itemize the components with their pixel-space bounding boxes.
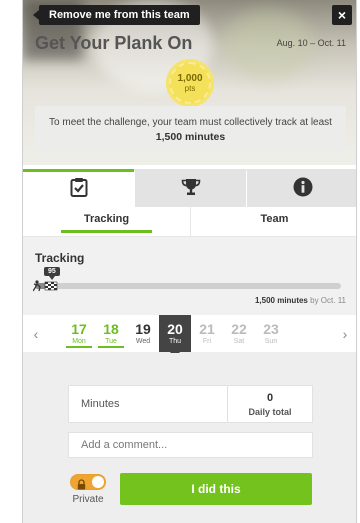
lock-icon — [77, 477, 86, 495]
tab-info[interactable] — [246, 169, 356, 207]
challenge-goal: To meet the challenge, your team must co… — [35, 106, 346, 153]
day-date: 17 — [71, 321, 87, 337]
day-weekday: Mon — [72, 338, 86, 345]
day-date: 19 — [135, 321, 151, 337]
trophy-icon — [181, 178, 201, 201]
challenge-dates: Aug. 10 – Oct. 11 — [276, 38, 346, 48]
points-value: 1,000 — [177, 73, 203, 84]
runner-finish-icon — [32, 279, 59, 292]
goal-target: 1,500 minutes — [155, 131, 226, 143]
minutes-row: Minutes 0 Daily total — [68, 385, 313, 423]
chevron-left-icon[interactable]: ‹ — [23, 315, 49, 352]
leave-team-tooltip: Remove me from this team — [33, 5, 200, 25]
challenge-title: Get Your Plank On — [35, 33, 193, 53]
minutes-input[interactable]: Minutes — [69, 386, 227, 422]
day-wed[interactable]: 19 Wed — [127, 315, 159, 352]
private-label: Private — [72, 494, 104, 505]
points-badge: 1,000 pts — [169, 62, 211, 104]
points-unit: pts — [184, 84, 196, 93]
main-tabs — [23, 169, 356, 207]
team-total-bubble: 95 — [44, 267, 60, 280]
day-fri[interactable]: 21 Fri — [191, 315, 223, 352]
day-date: 23 — [263, 321, 279, 337]
leave-team-bar: Remove me from this team — [23, 5, 200, 25]
daily-total: 0 Daily total — [227, 386, 312, 422]
day-weekday: Thu — [168, 338, 182, 345]
day-mon[interactable]: 17 Mon — [63, 315, 95, 352]
private-toggle[interactable] — [70, 474, 106, 490]
daily-total-value: 0 — [266, 392, 274, 404]
day-date: 18 — [103, 321, 119, 337]
tab-leaderboard[interactable] — [134, 169, 246, 207]
challenge-hero: Remove me from this team × Get Your Plan… — [23, 0, 356, 165]
i-did-this-button[interactable]: I did this — [120, 473, 312, 505]
tracking-heading: Tracking — [35, 251, 85, 265]
day-weekday: Fri — [202, 338, 212, 345]
entry-form: Minutes 0 Daily total Add a comment... P… — [23, 353, 356, 523]
day-picker: ‹ 17 Mon 18 Tue 19 Wed 20 Thu 21 Fri 22 Sat 23 Sun › — [23, 315, 356, 358]
sub-tabs: Tracking Team — [23, 207, 356, 237]
day-date: 22 — [231, 321, 247, 337]
day-date: 20 — [167, 321, 183, 337]
toggle-knob — [92, 476, 104, 488]
challenge-panel: Remove me from this team × Get Your Plan… — [22, 0, 357, 523]
close-button[interactable]: × — [332, 5, 352, 25]
goal-text: To meet the challenge, your team must co… — [49, 117, 332, 128]
goal-deadline: by Oct. 11 — [310, 296, 346, 305]
subtab-tracking[interactable]: Tracking — [23, 207, 190, 236]
daily-total-label: Daily total — [248, 407, 292, 417]
day-sun[interactable]: 23 Sun — [255, 315, 287, 352]
progress-bar — [35, 283, 341, 289]
goal-amount: 1,500 minutes — [254, 296, 308, 305]
tracking-progress: Tracking 95 1,500 minutes by Oct. 11 — [23, 237, 356, 315]
day-weekday: Tue — [105, 338, 117, 345]
clipboard-check-icon — [70, 177, 88, 202]
day-weekday: Sat — [233, 338, 245, 345]
day-weekday: Sun — [264, 338, 278, 345]
day-sat[interactable]: 22 Sat — [223, 315, 255, 352]
day-date: 21 — [199, 321, 215, 337]
private-toggle-group: Private — [68, 474, 108, 505]
goal-caption: 1,500 minutes by Oct. 11 — [255, 296, 346, 305]
day-weekday: Wed — [135, 338, 151, 345]
day-tue[interactable]: 18 Tue — [95, 315, 127, 352]
tab-tracking[interactable] — [23, 169, 134, 207]
chevron-right-icon[interactable]: › — [332, 315, 356, 352]
info-icon — [293, 177, 313, 202]
day-thu[interactable]: 20 Thu — [159, 315, 191, 358]
comment-input[interactable]: Add a comment... — [68, 432, 313, 458]
subtab-team[interactable]: Team — [190, 207, 356, 236]
day-list: 17 Mon 18 Tue 19 Wed 20 Thu 21 Fri 22 Sat 23 Sun — [49, 315, 332, 358]
